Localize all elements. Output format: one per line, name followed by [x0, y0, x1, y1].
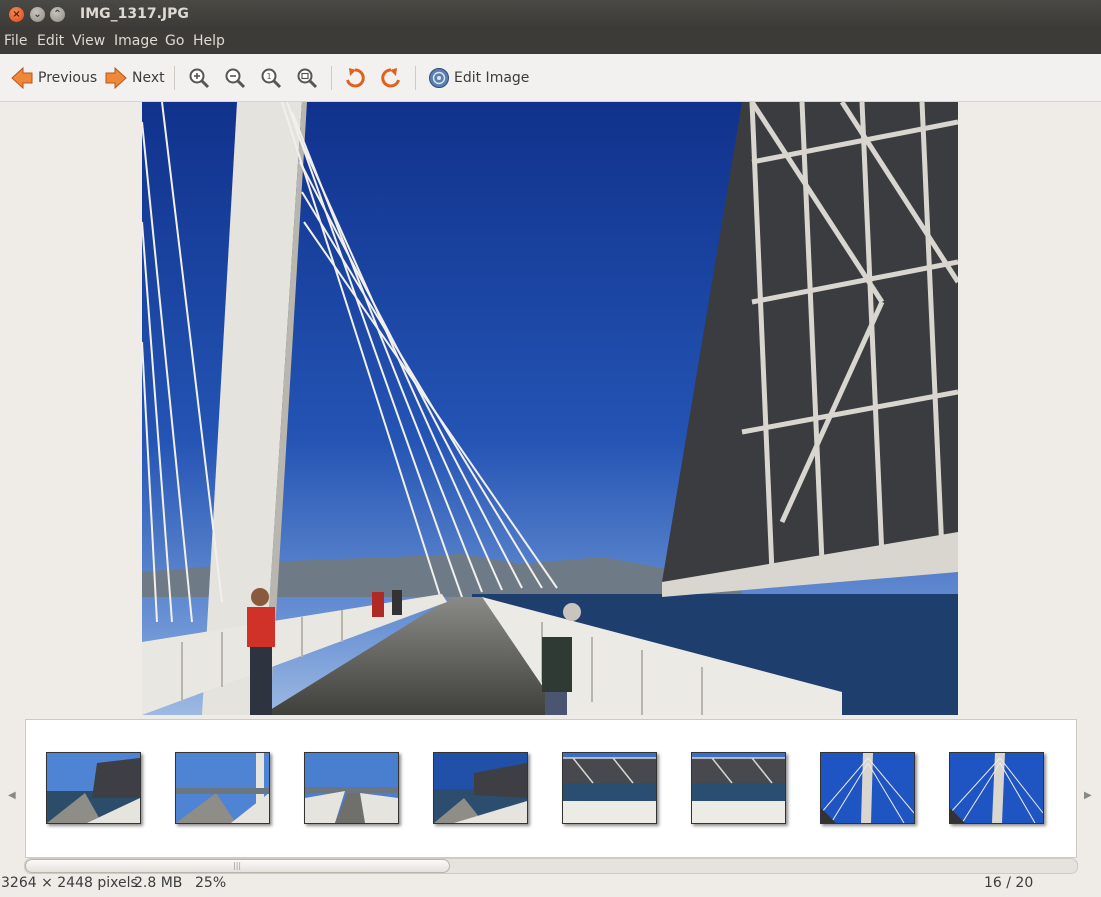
toolbar-separator — [415, 66, 416, 90]
menu-image[interactable]: Image — [114, 33, 158, 49]
rotate-right-button[interactable] — [379, 66, 403, 90]
go-previous-icon — [11, 66, 33, 90]
toolbar: Previous Next 1 Edit Image — [0, 54, 1101, 102]
next-button[interactable]: Next — [104, 66, 165, 90]
thumbnail[interactable] — [175, 752, 270, 824]
thumbnail-image — [305, 753, 398, 823]
thumbnail[interactable] — [691, 752, 786, 824]
menu-go[interactable]: Go — [165, 33, 184, 49]
zoom-normal-button[interactable]: 1 — [259, 66, 283, 90]
previous-button[interactable]: Previous — [10, 66, 97, 90]
window-title: IMG_1317.JPG — [80, 6, 189, 22]
zoom-fit-button[interactable] — [295, 66, 319, 90]
menu-help[interactable]: Help — [193, 33, 225, 49]
previous-label: Previous — [38, 70, 98, 86]
thumbnails-scroll-right-icon[interactable]: ▶ — [1084, 790, 1092, 801]
scrollbar-thumb[interactable]: ||| — [25, 859, 450, 873]
grip-icon: ||| — [233, 861, 242, 870]
maximize-icon[interactable]: ⌃ — [50, 7, 65, 22]
thumbnail-image — [176, 753, 269, 823]
minimize-icon[interactable]: ⌄ — [30, 7, 45, 22]
thumbnail[interactable] — [949, 752, 1044, 824]
menu-view[interactable]: View — [72, 33, 105, 49]
zoom-level: 25% — [195, 875, 227, 891]
main-photo[interactable] — [142, 102, 958, 715]
thumbnail-image — [434, 753, 527, 823]
toolbar-separator — [174, 66, 175, 90]
thumbnail-image — [692, 753, 785, 823]
image-dimensions: 3264 × 2448 pixels — [1, 875, 138, 891]
thumbnails-scroll-left-icon[interactable]: ◀ — [8, 790, 16, 801]
next-label: Next — [132, 70, 165, 86]
status-bar: 3264 × 2448 pixels 2.8 MB 25% 16 / 20 — [0, 872, 1101, 897]
thumbnail-image — [950, 753, 1043, 823]
zoom-in-button[interactable] — [187, 66, 211, 90]
thumbnail-image — [821, 753, 914, 823]
rotate-left-icon — [346, 68, 365, 88]
edit-image-button[interactable]: Edit Image — [428, 66, 529, 90]
thumbnail-image — [563, 753, 656, 823]
close-icon[interactable]: × — [9, 7, 24, 22]
svg-text:1: 1 — [266, 72, 271, 81]
zoom-out-icon — [225, 68, 246, 89]
image-position: 16 / 20 — [984, 875, 1034, 891]
zoom-fit-icon — [297, 68, 318, 89]
zoom-normal-icon: 1 — [261, 68, 282, 89]
menu-bar: File Edit View Image Go Help — [0, 29, 1101, 54]
zoom-in-icon — [189, 68, 210, 89]
title-bar: × ⌄ ⌃ IMG_1317.JPG — [0, 0, 1101, 29]
thumbnail-image — [47, 753, 140, 823]
edit-image-label: Edit Image — [454, 70, 530, 86]
rotate-left-button[interactable] — [343, 66, 367, 90]
edit-image-icon — [429, 68, 449, 88]
bridge-photo — [142, 102, 958, 715]
toolbar-separator — [331, 66, 332, 90]
thumbnail[interactable] — [46, 752, 141, 824]
rotate-right-icon — [381, 68, 400, 88]
thumbnail[interactable] — [562, 752, 657, 824]
thumbnail-strip — [25, 719, 1077, 858]
go-next-icon — [105, 66, 127, 90]
zoom-out-button[interactable] — [223, 66, 247, 90]
menu-file[interactable]: File — [4, 33, 27, 49]
thumbnail[interactable] — [820, 752, 915, 824]
menu-edit[interactable]: Edit — [37, 33, 64, 49]
file-size: 2.8 MB — [134, 875, 183, 891]
thumbnail[interactable] — [304, 752, 399, 824]
thumbnail[interactable] — [433, 752, 528, 824]
